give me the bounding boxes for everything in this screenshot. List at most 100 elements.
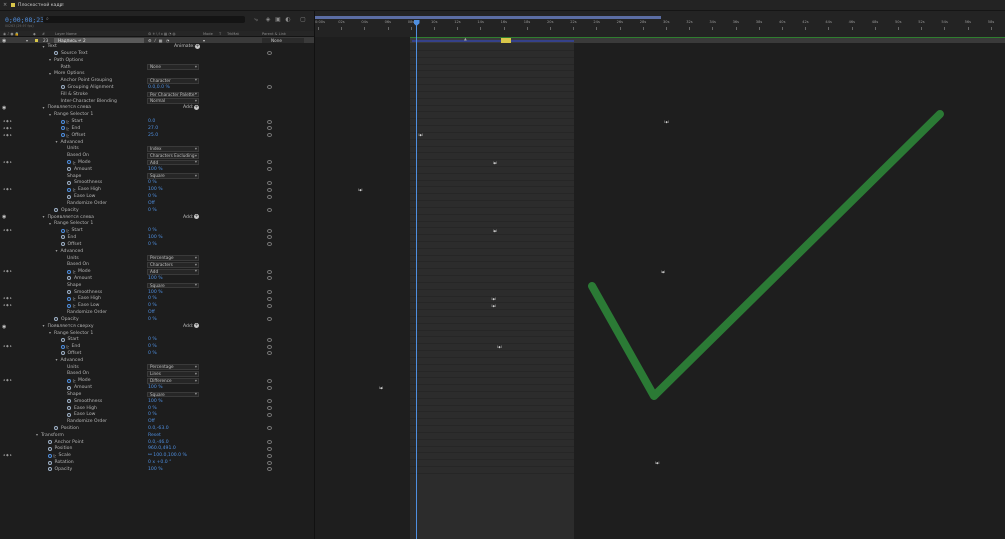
stopwatch-icon[interactable] <box>60 85 65 90</box>
layer-duration-bar[interactable]: ▲ <box>410 37 1005 43</box>
property-row[interactable]: Randomize Order Off <box>0 200 314 207</box>
stopwatch-icon[interactable] <box>60 344 65 349</box>
property-row[interactable]: Path None <box>0 64 314 71</box>
property-row[interactable]: ▾ Advanced <box>0 357 314 364</box>
keyframe-marker[interactable] <box>491 304 496 308</box>
expression-pickwhip-icon[interactable] <box>267 440 272 445</box>
property-value[interactable]: 0 % <box>148 303 157 308</box>
stopwatch-icon[interactable] <box>67 405 71 410</box>
property-row[interactable]: Ease Low 0 % <box>0 412 314 419</box>
property-row[interactable]: Offset 0 % <box>0 350 314 357</box>
keyframe-marker[interactable] <box>492 161 497 165</box>
property-dropdown[interactable]: Square <box>147 391 199 398</box>
property-row[interactable]: Shape Square <box>0 282 314 289</box>
expression-pickwhip-icon[interactable] <box>267 296 272 301</box>
expression-pickwhip-icon[interactable] <box>267 187 272 192</box>
stopwatch-icon[interactable] <box>60 119 65 124</box>
current-time-indicator-line[interactable] <box>416 20 417 539</box>
stopwatch-icon[interactable] <box>47 460 52 465</box>
add-property-icon[interactable]: + <box>194 105 199 111</box>
panel-menu-icon[interactable]: ≡ <box>60 2 64 8</box>
expression-pickwhip-icon[interactable] <box>267 119 272 124</box>
stopwatch-icon[interactable] <box>60 126 65 131</box>
stopwatch-icon[interactable] <box>67 276 71 281</box>
property-value[interactable]: 27.0 <box>148 126 158 131</box>
property-row[interactable]: Units Percentage <box>0 255 314 262</box>
property-row[interactable]: ◉ ▾ Проявляется слева Add: + <box>0 214 314 221</box>
layer-row[interactable]: ◉ ▾ 23 Надпись ↵ 2 ⚙ ⁄ ▦ ◔ ▾ None <box>0 37 314 44</box>
property-dropdown[interactable]: Characters <box>147 262 199 268</box>
property-value[interactable]: Off <box>148 310 155 315</box>
graph-toggle-icon[interactable]: ⊵ <box>66 126 69 131</box>
property-value[interactable]: 0.0,0.0 % <box>148 85 170 90</box>
expression-pickwhip-icon[interactable] <box>267 426 272 431</box>
work-area-bar[interactable] <box>315 16 661 19</box>
property-value[interactable]: Off <box>148 201 155 206</box>
property-value[interactable]: 0 % <box>148 406 157 411</box>
property-dropdown[interactable]: Square <box>147 282 199 289</box>
stopwatch-icon[interactable] <box>60 133 65 138</box>
stopwatch-icon[interactable] <box>67 385 71 390</box>
keyframe-marker[interactable] <box>492 229 497 233</box>
stopwatch-icon[interactable] <box>67 194 71 199</box>
effect-eye-icon[interactable]: ◉ <box>2 324 6 330</box>
graph-toggle-icon[interactable]: ⊵ <box>73 269 76 274</box>
property-row[interactable]: ◉ ▾ Появляется сверху Add: + <box>0 323 314 330</box>
property-value[interactable]: Off <box>148 419 155 424</box>
expression-pickwhip-icon[interactable] <box>267 276 272 281</box>
twirl-icon[interactable]: ▾ <box>36 432 38 437</box>
property-row[interactable]: Ease Low 0 % <box>0 194 314 201</box>
keyframe-navigator[interactable]: ◂◆▸ <box>3 303 13 307</box>
property-row[interactable]: Randomize Order Off <box>0 419 314 426</box>
property-row[interactable]: ◂◆▸ ⊵ Start 0.0 <box>0 119 314 126</box>
property-dropdown[interactable]: Per Character Palette <box>147 91 199 98</box>
property-dropdown[interactable]: Square <box>147 173 199 180</box>
graph-editor-icon[interactable]: ▢ <box>299 16 307 23</box>
property-value[interactable]: 0 % <box>148 412 157 417</box>
property-dropdown[interactable]: Percentage <box>147 364 199 371</box>
property-value[interactable]: 0 % <box>148 228 157 233</box>
expression-pickwhip-icon[interactable] <box>267 453 272 458</box>
stopwatch-icon[interactable] <box>60 337 65 342</box>
stopwatch-icon[interactable] <box>47 467 52 472</box>
twirl-icon[interactable]: ▾ <box>49 71 51 76</box>
expression-pickwhip-icon[interactable] <box>267 385 272 390</box>
property-row[interactable]: Opacity 100 % <box>0 466 314 473</box>
mode-column[interactable]: Mode <box>203 32 213 36</box>
keyframe-navigator[interactable]: ◂◆▸ <box>3 296 13 300</box>
expression-pickwhip-icon[interactable] <box>267 337 272 342</box>
property-dropdown[interactable]: None <box>147 64 199 70</box>
graph-toggle-icon[interactable]: ⊵ <box>73 160 76 165</box>
expression-pickwhip-icon[interactable] <box>267 460 272 465</box>
property-row[interactable]: Source Text <box>0 50 314 57</box>
stopwatch-icon[interactable] <box>67 378 71 383</box>
graph-toggle-icon[interactable]: ⊵ <box>73 303 76 308</box>
property-value[interactable]: 0 % <box>148 317 157 322</box>
keyframe-navigator[interactable]: ◂◆▸ <box>3 126 13 130</box>
expression-pickwhip-icon[interactable] <box>267 351 272 356</box>
property-dropdown[interactable]: Characters Excluding <box>147 153 199 159</box>
property-value[interactable]: 0.0,-46.0 <box>148 440 169 445</box>
property-dropdown[interactable]: Character <box>147 77 199 84</box>
layer-name-column[interactable]: Layer Name <box>55 32 77 36</box>
add-menu-label[interactable]: Add: <box>183 215 193 220</box>
layer-name[interactable]: Надпись ↵ 2 <box>54 37 144 43</box>
property-row[interactable]: ◂◆▸ ⊵ End 0 % <box>0 344 314 351</box>
property-row[interactable]: Amount 100 % <box>0 166 314 173</box>
stopwatch-icon[interactable] <box>54 317 58 322</box>
property-row[interactable]: Smoothness 100 % <box>0 398 314 405</box>
graph-toggle-icon[interactable]: ⊵ <box>66 133 69 138</box>
stopwatch-icon[interactable] <box>54 51 58 56</box>
stopwatch-icon[interactable] <box>67 180 71 185</box>
keyframe-navigator[interactable]: ◂◆▸ <box>3 344 13 348</box>
property-row[interactable]: Ease High 0 % <box>0 405 314 412</box>
expression-pickwhip-icon[interactable] <box>267 405 272 410</box>
property-row[interactable]: ▾ Advanced <box>0 139 314 146</box>
twirl-icon[interactable]: ▾ <box>49 112 51 117</box>
stopwatch-icon[interactable] <box>54 426 58 431</box>
property-value[interactable]: 100 % <box>148 467 163 472</box>
property-row[interactable]: ▾ Text Animate: + <box>0 43 314 51</box>
keyframe-marker[interactable] <box>497 345 502 349</box>
property-row[interactable]: ▾ More Options <box>0 71 314 78</box>
twirl-icon[interactable]: ▾ <box>56 139 58 144</box>
